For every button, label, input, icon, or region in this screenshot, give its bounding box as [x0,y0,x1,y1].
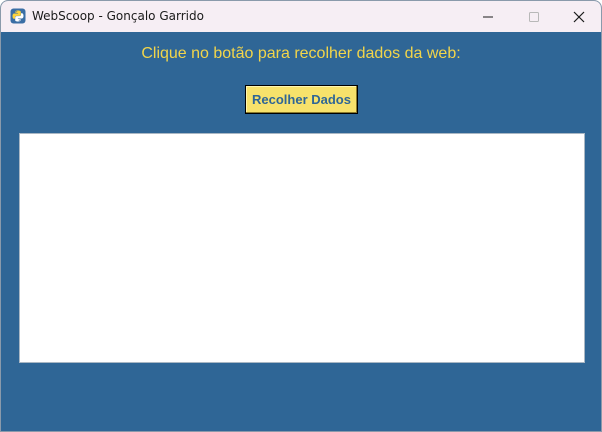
main-content: Clique no botão para recolher dados da w… [1,32,601,431]
close-icon [573,11,585,22]
title-bar[interactable]: WebScoop - Gonçalo Garrido [1,1,601,32]
minimize-icon [483,16,493,17]
output-text-area[interactable] [19,133,585,363]
window-title: WebScoop - Gonçalo Garrido [32,9,204,23]
maximize-icon [529,11,539,22]
minimize-button[interactable] [465,1,511,32]
python-icon [10,8,26,24]
collect-data-button[interactable]: Recolher Dados [245,85,358,114]
instruction-label: Clique no botão para recolher dados da w… [141,45,461,62]
maximize-button[interactable] [511,1,557,32]
app-window: WebScoop - Gonçalo Garrido Clique no bot… [0,0,602,432]
close-button[interactable] [556,1,601,32]
